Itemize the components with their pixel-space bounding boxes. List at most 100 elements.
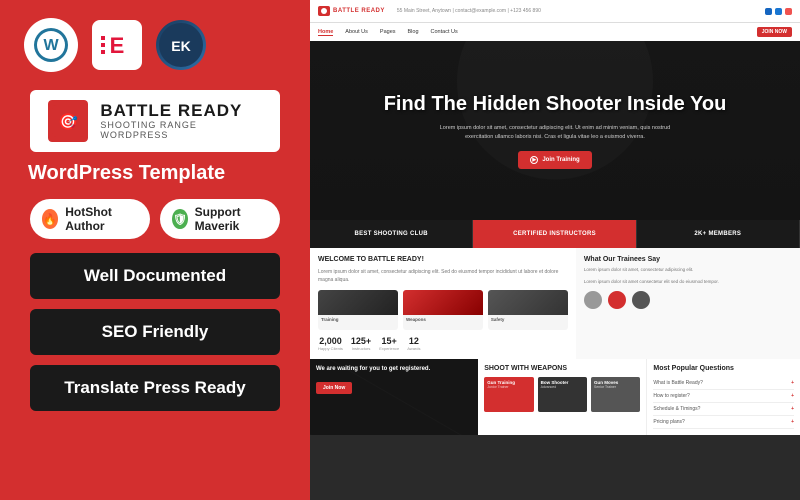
card-2-text: Weapons xyxy=(403,315,483,324)
mock-nav-links-row: Home About Us Pages Blog Contact Us JOIN… xyxy=(310,23,800,41)
left-section-body: Lorem ipsum dolor sit amet, consectetur … xyxy=(318,268,568,284)
avatar-row xyxy=(584,291,792,309)
number-3: 15+ Experience xyxy=(379,336,399,351)
support-label: Support Maverik xyxy=(195,205,268,233)
faq-plus-4: + xyxy=(791,419,794,425)
faq-item-2: How to register? + xyxy=(653,390,794,403)
faq-item-4: Pricing plans? + xyxy=(653,416,794,429)
social-yt xyxy=(785,8,792,15)
plugin-icons-row: W E EK xyxy=(24,18,206,72)
avatar-3 xyxy=(632,291,650,309)
svg-text:EK: EK xyxy=(171,38,190,54)
card-3-img xyxy=(488,290,568,315)
left-panel: W E EK 🎯 BATTLE xyxy=(0,0,310,500)
faq-item-3: Schedule & Timings? + xyxy=(653,403,794,416)
wordpress-icon: W xyxy=(24,18,78,72)
svg-text:W: W xyxy=(43,37,59,54)
mock-left-section: Welcome to Battle Ready! Lorem ipsum dol… xyxy=(310,248,576,359)
faq-item-1: What is Battle Ready? + xyxy=(653,377,794,390)
stat-2: Certified Instructors xyxy=(473,220,636,248)
number-1-val: 2,000 xyxy=(318,336,343,346)
number-2-val: 125+ xyxy=(351,336,371,346)
faq-title: Most Popular Questions xyxy=(653,365,794,372)
number-2-label: Instructors xyxy=(351,346,371,351)
svg-text:E: E xyxy=(110,33,125,58)
logo-icon: 🎯 xyxy=(48,100,88,142)
nav-link-contact[interactable]: Contact Us xyxy=(431,29,458,35)
card-3: Safety xyxy=(488,290,568,330)
mock-nav-info: 55 Main Street, Anytown | contact@exampl… xyxy=(397,8,761,14)
nav-link-home[interactable]: Home xyxy=(318,29,333,36)
nav-link-pages[interactable]: Pages xyxy=(380,29,396,35)
mock-nav-logo: BATTLE READY xyxy=(318,6,385,16)
numbers-row: 2,000 Happy Clients 125+ Instructors 15+… xyxy=(318,336,568,351)
card-3-text: Safety xyxy=(488,315,568,324)
weapon-card-1: Gun Training Junior Trainer xyxy=(484,377,533,412)
nav-link-blog[interactable]: Blog xyxy=(408,29,419,35)
avatar-2 xyxy=(608,291,626,309)
faq-plus-2: + xyxy=(791,393,794,399)
nav-link-about[interactable]: About Us xyxy=(345,29,368,35)
mock-nav-socials xyxy=(765,8,792,15)
template-label: WordPress Template xyxy=(28,162,225,185)
flame-icon: 🔥 xyxy=(42,209,58,229)
logo-box: 🎯 BATTLE READY SHOOTING RANGE WORDPRESS xyxy=(30,90,280,152)
register-cta[interactable]: Join Now xyxy=(316,382,352,394)
card-row: Training Weapons Safety xyxy=(318,290,568,330)
weapon-3-sub: Senior Trainer xyxy=(594,385,637,389)
weapon-1-sub: Junior Trainer xyxy=(487,385,530,389)
mock-stats-bar: Best Shooting Club Certified Instructors… xyxy=(310,220,800,248)
number-3-val: 15+ xyxy=(379,336,399,346)
mock-faq-section: Most Popular Questions What is Battle Re… xyxy=(646,359,800,435)
mock-weapons-section: Shoot with Weapons Gun Training Junior T… xyxy=(478,359,646,435)
support-badge: 🛡 Support Maverik xyxy=(160,199,280,239)
stat-1: Best Shooting Club xyxy=(310,220,473,248)
logo-subtitle: SHOOTING RANGE WORDPRESS xyxy=(100,120,262,140)
weapons-title: Shoot with Weapons xyxy=(484,365,640,372)
card-2-img xyxy=(403,290,483,315)
mock-content: Welcome to Battle Ready! Lorem ipsum dol… xyxy=(310,248,800,359)
number-1: 2,000 Happy Clients xyxy=(318,336,343,351)
preview-container: BATTLE READY 55 Main Street, Anytown | c… xyxy=(310,0,800,500)
number-4-val: 12 xyxy=(407,336,420,346)
mock-register-section: We are waiting for you to get registered… xyxy=(310,359,478,435)
social-tw xyxy=(775,8,782,15)
elementor-icon: E xyxy=(92,20,142,70)
mock-hero-body: Lorem ipsum dolor sit amet, consectetur … xyxy=(425,124,685,142)
shield-icon: 🛡 xyxy=(172,209,188,229)
logo-text: BATTLE READY SHOOTING RANGE WORDPRESS xyxy=(100,102,262,141)
nav-cta-btn[interactable]: JOIN NOW xyxy=(757,27,792,37)
card-1-text: Training xyxy=(318,315,398,324)
number-4: 12 Awards xyxy=(407,336,420,351)
mock-nav: BATTLE READY 55 Main Street, Anytown | c… xyxy=(310,0,800,22)
hotshot-badge: 🔥 HotShot Author xyxy=(30,199,150,239)
weapons-grid: Gun Training Junior Trainer Bow Shooter … xyxy=(484,377,640,412)
testimonial-body: Lorem ipsum dolor sit amet, consectetur … xyxy=(584,267,792,274)
card-1: Training xyxy=(318,290,398,330)
stat-3: 2k+ Members xyxy=(637,220,800,248)
mock-hero-content: Find The Hidden Shooter Inside You Lorem… xyxy=(310,41,800,220)
register-content: We are waiting for you to get registered… xyxy=(316,365,472,394)
faq-plus-1: + xyxy=(791,380,794,386)
mock-nav-brand: BATTLE READY xyxy=(333,8,385,14)
testimonial-title: What Our Trainees Say xyxy=(584,256,792,263)
mock-hero-title: Find The Hidden Shooter Inside You xyxy=(384,92,727,116)
card-1-img xyxy=(318,290,398,315)
number-3-label: Experience xyxy=(379,346,399,351)
number-4-label: Awards xyxy=(407,346,420,351)
number-1-label: Happy Clients xyxy=(318,346,343,351)
play-icon: ▶ xyxy=(530,156,538,164)
right-panel: BATTLE READY 55 Main Street, Anytown | c… xyxy=(310,0,800,500)
faq-plus-3: + xyxy=(791,406,794,412)
mock-bottom-row: We are waiting for you to get registered… xyxy=(310,359,800,435)
weapon-card-2: Bow Shooter Advanced xyxy=(538,377,587,412)
weapon-2-sub: Advanced xyxy=(541,385,584,389)
svg-text:🎯: 🎯 xyxy=(58,113,78,131)
social-fb xyxy=(765,8,772,15)
register-title: We are waiting for you to get registered… xyxy=(316,365,472,373)
badges-row: 🔥 HotShot Author 🛡 Support Maverik xyxy=(30,199,280,239)
testimonial-body2: Lorem ipsum dolor sit amet consectetur e… xyxy=(584,279,792,286)
mock-hero-cta[interactable]: ▶ Join Training xyxy=(518,151,591,169)
avatar-1 xyxy=(584,291,602,309)
feature-pill-2: SEO Friendly xyxy=(30,309,280,355)
